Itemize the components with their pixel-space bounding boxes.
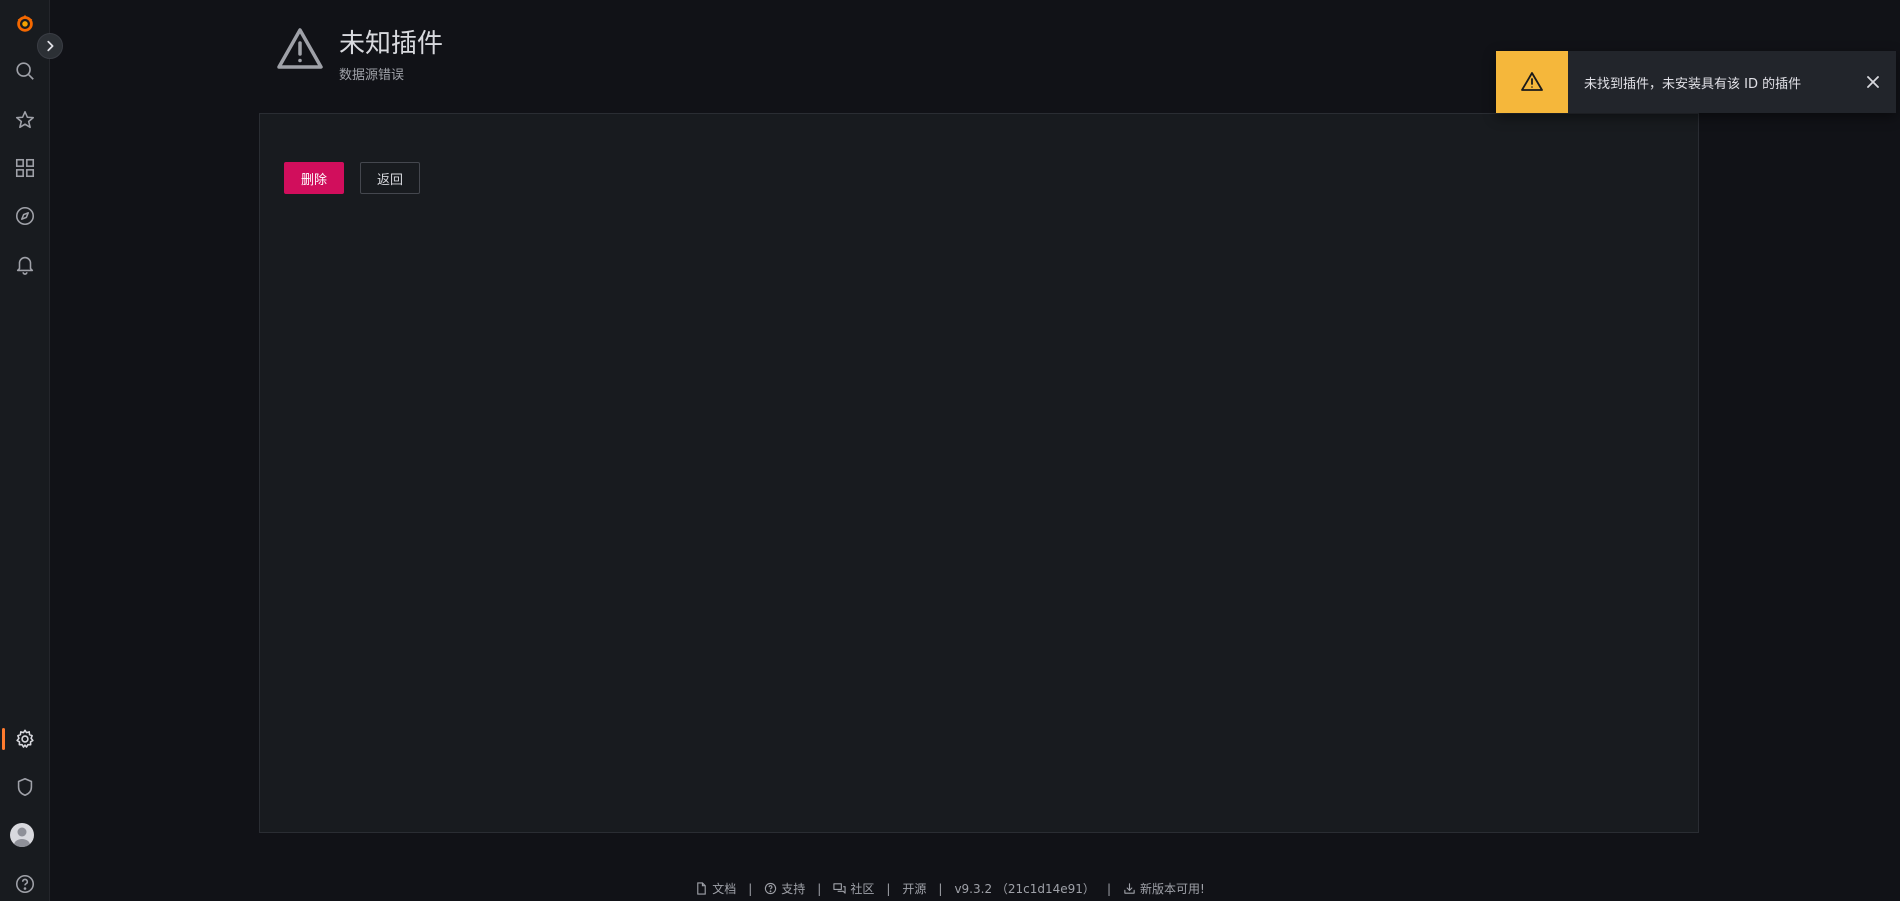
footer-community-label: 社区 <box>850 882 875 896</box>
footer-version: v9.3.2 （21c1d14e91） <box>954 882 1095 896</box>
footer-separator: | <box>886 881 891 896</box>
alert-bell-icon[interactable] <box>9 248 41 280</box>
footer-support-label: 支持 <box>781 882 806 896</box>
active-indicator <box>2 728 5 750</box>
footer-new-version-label: 新版本可用! <box>1139 882 1205 896</box>
comments-icon <box>833 883 846 894</box>
footer-community-link[interactable]: 社区 <box>827 880 880 897</box>
content-panel: 删除 返回 <box>259 113 1699 833</box>
footer-docs-label: 文档 <box>712 882 737 896</box>
explore-compass-icon[interactable] <box>9 200 41 232</box>
footer: 文档 | 支持 | 社区 | 开源 | v9.3.2 （21c1d14e91） … <box>0 880 1900 897</box>
shield-icon[interactable] <box>9 771 41 803</box>
expand-sidebar-button[interactable] <box>37 33 63 59</box>
grafana-logo-icon[interactable] <box>9 7 41 39</box>
warning-triangle-icon <box>275 24 325 74</box>
footer-open-source-label: 开源 <box>902 882 927 896</box>
header-text: 未知插件 数据源错误 <box>339 24 443 83</box>
toast-message: 未找到插件，未安装具有该 ID 的插件 <box>1584 76 1802 92</box>
document-icon <box>697 882 706 895</box>
footer-separator: | <box>817 881 822 896</box>
footer-docs-link[interactable]: 文档 <box>689 880 742 897</box>
back-button[interactable]: 返回 <box>360 162 420 194</box>
search-icon[interactable] <box>9 55 41 87</box>
page-header: 未知插件 数据源错误 <box>275 24 443 83</box>
footer-separator: | <box>1106 881 1111 896</box>
gear-icon[interactable] <box>9 723 41 755</box>
dashboards-icon[interactable] <box>9 152 41 184</box>
warning-toast: 未找到插件，未安装具有该 ID 的插件 <box>1496 51 1896 113</box>
star-icon[interactable] <box>9 104 41 136</box>
page-title: 未知插件 <box>339 29 444 59</box>
delete-button[interactable]: 删除 <box>284 162 344 194</box>
close-icon[interactable] <box>1858 67 1888 97</box>
sidebar <box>0 0 50 901</box>
footer-separator: | <box>938 881 943 896</box>
question-circle-icon <box>765 882 777 895</box>
footer-new-version-link[interactable]: 新版本可用! <box>1117 880 1211 897</box>
page-subtitle: 数据源错误 <box>339 68 405 83</box>
footer-open-source-link[interactable]: 开源 <box>896 880 932 897</box>
footer-separator: | <box>748 881 753 896</box>
toast-warning-icon <box>1496 51 1568 113</box>
download-icon <box>1124 883 1135 894</box>
user-avatar[interactable] <box>10 823 34 847</box>
footer-support-link[interactable]: 支持 <box>758 880 811 897</box>
